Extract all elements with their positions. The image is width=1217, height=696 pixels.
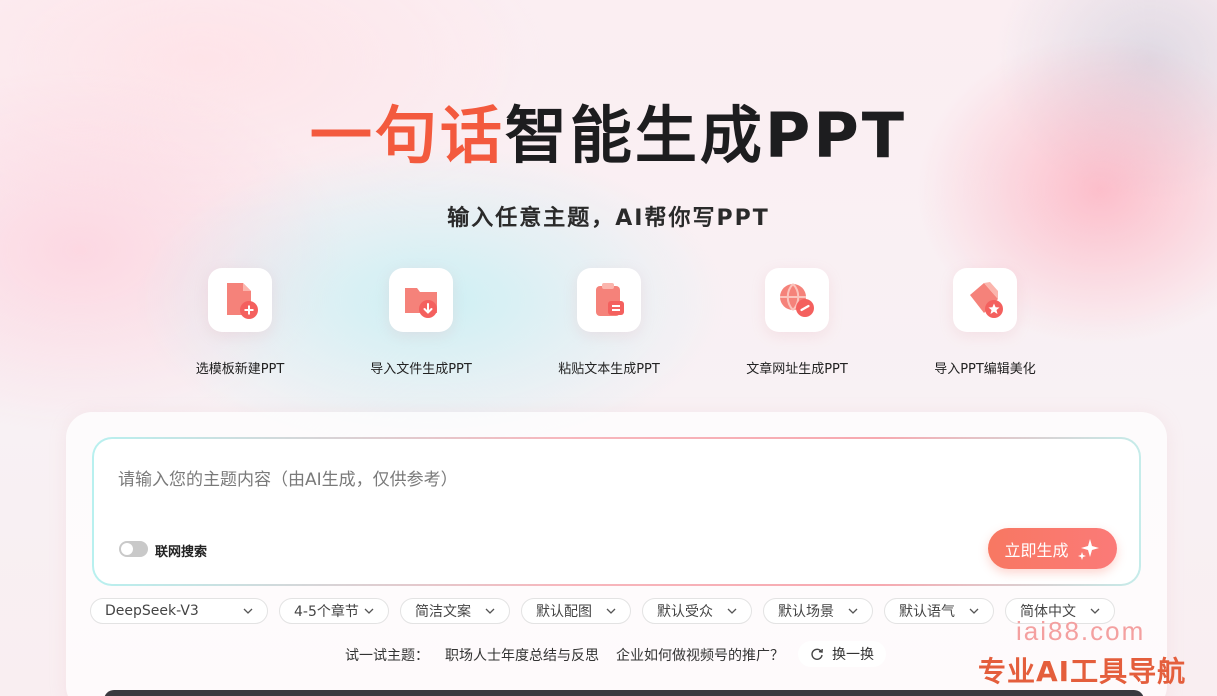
tool-label: 文章网址生成PPT bbox=[746, 362, 848, 377]
web-search-label: 联网搜索 bbox=[155, 545, 208, 560]
tool-label: 选模板新建PPT bbox=[195, 362, 285, 377]
beautify-brush-icon bbox=[953, 268, 1017, 332]
refresh-label: 换一换 bbox=[832, 647, 874, 663]
chevron-down-icon bbox=[727, 608, 737, 614]
tool-list: 选模板新建PPT 导入文件生成PPT 粘贴文本生成PPT 文章网址生成PPT 导… bbox=[0, 268, 1217, 388]
try-topic[interactable]: 职场人士年度总结与反思 bbox=[445, 645, 599, 665]
generate-button-label: 立即生成 bbox=[1004, 540, 1069, 560]
copy-style-select[interactable]: 简洁文案 bbox=[400, 598, 510, 624]
image-select[interactable]: 默认配图 bbox=[521, 598, 631, 624]
tool-paste-text[interactable]: 粘贴文本生成PPT bbox=[529, 268, 689, 377]
chevron-down-icon bbox=[485, 608, 495, 614]
chevron-down-icon bbox=[1090, 608, 1100, 614]
hero-title-accent: 一句话 bbox=[309, 99, 505, 172]
chevron-down-icon bbox=[969, 608, 979, 614]
topic-input[interactable] bbox=[118, 465, 1018, 505]
topic-input-inner: 联网搜索 立即生成 bbox=[94, 439, 1139, 584]
topic-input-box: 联网搜索 立即生成 bbox=[92, 437, 1141, 586]
web-search-toggle[interactable] bbox=[119, 541, 148, 557]
paste-clipboard-icon bbox=[577, 268, 641, 332]
chapters-select[interactable]: 4-5个章节 bbox=[279, 598, 389, 624]
refresh-button[interactable]: 换一换 bbox=[798, 641, 886, 667]
tool-label: 导入文件生成PPT bbox=[370, 362, 472, 377]
hero-title: 一句话智能生成PPT bbox=[0, 96, 1217, 176]
bottom-bar bbox=[104, 690, 1144, 696]
refresh-icon bbox=[811, 648, 823, 660]
chevron-down-icon bbox=[364, 608, 374, 614]
tool-import-beautify[interactable]: 导入PPT编辑美化 bbox=[905, 268, 1065, 377]
audience-select[interactable]: 默认受众 bbox=[642, 598, 752, 624]
web-link-icon bbox=[765, 268, 829, 332]
option-value: 默认配图 bbox=[536, 604, 592, 620]
sparkle-icon bbox=[1077, 538, 1099, 560]
option-value: 默认场景 bbox=[778, 604, 834, 620]
toggle-knob bbox=[121, 543, 133, 555]
option-value: 默认受众 bbox=[657, 604, 713, 620]
import-folder-icon bbox=[389, 268, 453, 332]
option-value: 简洁文案 bbox=[415, 604, 471, 620]
watermark-text: 专业AI工具导航 bbox=[978, 655, 1187, 688]
tool-article-url[interactable]: 文章网址生成PPT bbox=[717, 268, 877, 377]
hero-title-main: 智能生成PPT bbox=[504, 99, 908, 172]
option-value: 默认语气 bbox=[899, 604, 955, 620]
try-label: 试一试主题： bbox=[345, 648, 429, 664]
chevron-down-icon bbox=[606, 608, 616, 614]
tone-select[interactable]: 默认语气 bbox=[884, 598, 994, 624]
try-topic[interactable]: 企业如何做视频号的推广？ bbox=[616, 645, 784, 665]
model-select[interactable]: DeepSeek-V3 bbox=[90, 598, 268, 624]
hero-subtitle: 输入任意主题，AI帮你写PPT bbox=[447, 206, 770, 231]
generate-button[interactable]: 立即生成 bbox=[988, 528, 1117, 569]
tool-new-from-template[interactable]: 选模板新建PPT bbox=[160, 268, 320, 377]
option-value: 4-5个章节 bbox=[294, 604, 359, 620]
tool-label: 粘贴文本生成PPT bbox=[558, 362, 660, 377]
scene-select[interactable]: 默认场景 bbox=[763, 598, 873, 624]
new-file-icon bbox=[208, 268, 272, 332]
tool-import-file[interactable]: 导入文件生成PPT bbox=[341, 268, 501, 377]
watermark-url: iai88.com bbox=[1016, 616, 1146, 646]
option-value: DeepSeek-V3 bbox=[105, 603, 199, 619]
tool-label: 导入PPT编辑美化 bbox=[934, 362, 1036, 377]
chevron-down-icon bbox=[243, 608, 253, 614]
chevron-down-icon bbox=[848, 608, 858, 614]
